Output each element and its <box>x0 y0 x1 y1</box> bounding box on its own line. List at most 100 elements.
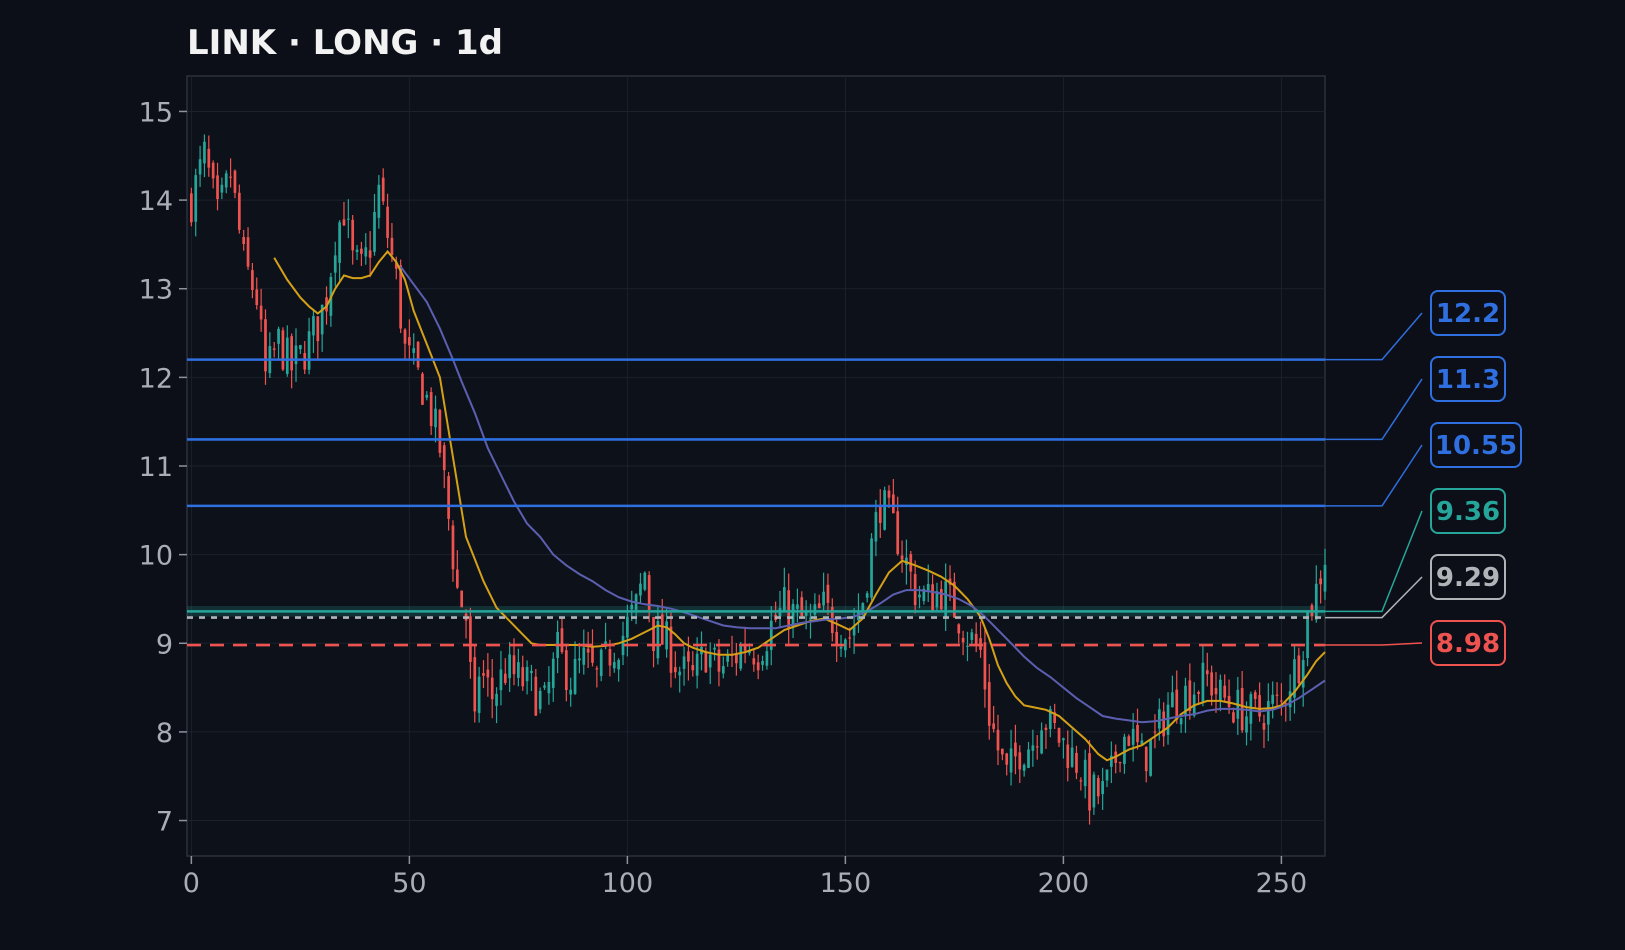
candle-body <box>1000 748 1004 755</box>
candle-body <box>381 177 385 202</box>
candle-body <box>512 655 516 675</box>
candle-body <box>1035 746 1039 748</box>
candle-body <box>251 270 254 290</box>
candle-body <box>1031 745 1035 751</box>
candle-body <box>1301 660 1305 688</box>
candle-body <box>351 219 355 251</box>
candle-body <box>678 671 682 676</box>
candle-body <box>691 665 695 671</box>
candle-body <box>408 337 411 346</box>
candle-body <box>591 646 594 663</box>
candle-body <box>586 648 590 653</box>
candle-body <box>861 603 865 611</box>
candle-body <box>1118 761 1122 764</box>
candle-body <box>207 148 211 168</box>
x-tick-label: 100 <box>602 868 654 899</box>
candle-body <box>1044 727 1048 730</box>
candle-body <box>412 348 416 353</box>
candle-body <box>242 237 246 245</box>
candle-body <box>1136 724 1139 743</box>
candle-body <box>290 336 293 371</box>
candle-body <box>870 538 873 598</box>
candle-body <box>939 589 943 610</box>
candle-body <box>521 667 525 687</box>
candle-body <box>1153 731 1157 733</box>
candle-body <box>578 658 581 661</box>
candle-body <box>455 569 459 588</box>
candle-body <box>1258 695 1261 717</box>
candle-body <box>1214 688 1218 695</box>
candle-body <box>1040 730 1043 754</box>
candle-body <box>817 603 821 608</box>
candle-body <box>961 637 965 643</box>
candle-body <box>1232 712 1235 723</box>
y-tick-label: 11 <box>139 452 173 483</box>
candle-body <box>918 594 921 598</box>
candle-body <box>1262 722 1266 730</box>
candle-body <box>299 345 302 350</box>
candle-body <box>717 649 721 672</box>
candle-body <box>617 660 621 670</box>
candle-body <box>1266 701 1270 725</box>
candle-body <box>695 653 699 676</box>
candle-body <box>355 249 359 253</box>
candle-body <box>303 353 307 370</box>
level-label-text: 12.2 <box>1436 299 1500 329</box>
candle-body <box>1144 746 1148 772</box>
candle-body <box>564 650 568 691</box>
candle-body <box>839 646 843 649</box>
candle-body <box>813 604 817 615</box>
candle-body <box>992 723 995 729</box>
candle-body <box>403 329 407 344</box>
candle-body <box>486 669 490 678</box>
candle-body <box>848 637 852 639</box>
candle-body <box>1288 691 1292 708</box>
x-tick-label: 200 <box>1038 868 1090 899</box>
candle-body <box>1149 738 1152 776</box>
candle-body <box>1014 742 1017 757</box>
y-tick-label: 10 <box>139 541 173 572</box>
candle-body <box>931 584 934 613</box>
candle-body <box>887 490 891 498</box>
candle-body <box>878 506 882 523</box>
candle-body <box>477 676 481 713</box>
candle-body <box>569 689 573 695</box>
candle-body <box>765 651 769 666</box>
x-tick-label: 250 <box>1256 868 1308 899</box>
chart-title: LINK · LONG · 1d <box>187 23 503 63</box>
y-tick-label: 8 <box>156 718 173 749</box>
candle-body <box>1201 662 1205 702</box>
candle-body <box>1079 780 1083 782</box>
candle-body <box>626 616 629 638</box>
candle-body <box>804 612 808 616</box>
candle-body <box>1075 752 1078 773</box>
candle-body <box>237 192 241 230</box>
candle-body <box>708 654 712 668</box>
candle-body <box>735 654 738 664</box>
candle-body <box>560 628 564 653</box>
candle-body <box>490 677 494 700</box>
candle-body <box>1018 752 1022 770</box>
candle-body <box>1275 694 1279 696</box>
candle-body <box>957 624 961 634</box>
candle-body <box>835 631 839 646</box>
candle-body <box>573 658 577 694</box>
candle-body <box>726 654 730 662</box>
candle-body <box>612 662 616 669</box>
candle-body <box>473 657 477 712</box>
candle-body <box>983 642 987 690</box>
price-chart: LINK · LONG · 1d 0 50 100 150 200 250 7 8 9 10 11 1… <box>0 0 1625 950</box>
candle-body <box>255 289 259 306</box>
candle-body <box>721 666 725 674</box>
candle-body <box>203 141 206 164</box>
candle-body <box>364 247 368 257</box>
candle-body <box>285 337 289 374</box>
candle-body <box>503 673 507 683</box>
level-label-text: 9.29 <box>1436 563 1500 593</box>
candle-body <box>826 584 830 603</box>
candle-body <box>190 193 193 223</box>
candle-body <box>333 255 337 273</box>
candle-body <box>259 305 263 320</box>
candle-body <box>987 682 991 726</box>
candle-body <box>368 250 372 258</box>
